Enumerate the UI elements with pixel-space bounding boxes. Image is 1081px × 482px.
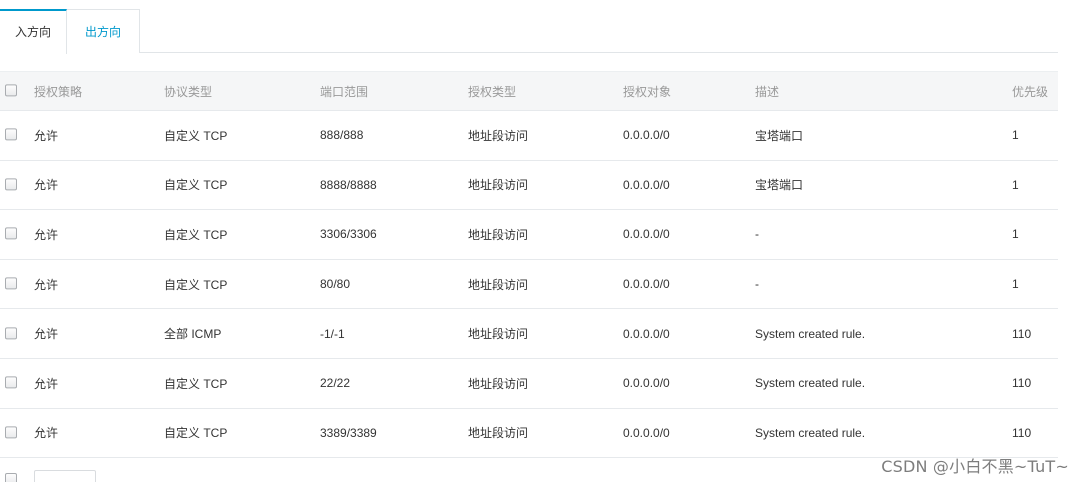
cell-description: 宝塔端口 <box>755 128 804 143</box>
row-checkbox[interactable] <box>5 426 17 439</box>
cell-policy: 允许 <box>34 327 59 342</box>
cell-auth-object: 0.0.0.0/0 <box>623 326 670 341</box>
select-all-checkbox[interactable] <box>5 84 17 97</box>
row-checkbox[interactable] <box>5 327 17 340</box>
cell-auth-type: 地址段访问 <box>468 376 529 391</box>
cell-auth-type: 地址段访问 <box>468 227 529 242</box>
table-row: 允许 自定义 TCP 22/22 地址段访问 0.0.0.0/0 System creat… <box>0 359 1058 409</box>
table-row: 允许 自定义 TCP 3306/3306 地址段访问 0.0.0.0/0 - 1 <box>0 210 1058 260</box>
cell-auth-type: 地址段访问 <box>468 128 529 143</box>
cell-auth-type: 地址段访问 <box>468 277 529 292</box>
cell-description: - <box>755 277 759 292</box>
cell-description: 宝塔端口 <box>755 178 804 193</box>
cell-auth-object: 0.0.0.0/0 <box>623 376 670 391</box>
cell-protocol: 自定义 TCP <box>164 178 228 193</box>
row-checkbox[interactable] <box>5 128 17 141</box>
cell-policy: 允许 <box>34 178 59 193</box>
header-priority: 优先级 <box>1012 84 1049 99</box>
cell-protocol: 全部 ICMP <box>164 327 222 342</box>
header-description: 描述 <box>755 84 780 99</box>
cell-auth-object: 0.0.0.0/0 <box>623 277 670 292</box>
table-row: 允许 自定义 TCP 888/888 地址段访问 0.0.0.0/0 宝塔端口 1 <box>0 111 1058 161</box>
cell-port-range: 3306/3306 <box>320 227 377 242</box>
header-port-range: 端口范围 <box>320 84 369 99</box>
cell-policy: 允许 <box>34 227 59 242</box>
cell-policy: 允许 <box>34 128 59 143</box>
table-row: 允许 自定义 TCP 8888/8888 地址段访问 0.0.0.0/0 宝塔端口 1 <box>0 161 1058 211</box>
footer-select-all-checkbox[interactable] <box>5 473 17 482</box>
cell-port-range: -1/-1 <box>320 326 345 341</box>
cell-protocol: 自定义 TCP <box>164 128 228 143</box>
footer-action-button[interactable] <box>34 470 96 482</box>
cell-port-range: 80/80 <box>320 277 351 292</box>
cell-priority: 110 <box>1012 376 1032 391</box>
table-row: 允许 自定义 TCP 80/80 地址段访问 0.0.0.0/0 - 1 <box>0 260 1058 310</box>
watermark: CSDN @小白不黑~TuT~ <box>881 457 1069 476</box>
cell-auth-object: 0.0.0.0/0 <box>623 425 670 440</box>
cell-policy: 允许 <box>34 376 59 391</box>
row-checkbox[interactable] <box>5 227 17 240</box>
cell-auth-object: 0.0.0.0/0 <box>623 177 670 192</box>
cell-description: System created rule. <box>755 326 866 341</box>
cell-protocol: 自定义 TCP <box>164 426 228 441</box>
cell-priority: 1 <box>1012 227 1019 242</box>
cell-port-range: 888/888 <box>320 128 364 143</box>
header-policy: 授权策略 <box>34 84 83 99</box>
cell-auth-object: 0.0.0.0/0 <box>623 227 670 242</box>
cell-port-range: 3389/3389 <box>320 425 377 440</box>
row-checkbox[interactable] <box>5 178 17 191</box>
security-group-rules-table: 授权策略 协议类型 端口范围 授权类型 授权对象 描述 优先级 允许自定义 TC… <box>0 71 1058 459</box>
cell-description: System created rule. <box>755 425 866 440</box>
table-row: 允许 全部 ICMP -1/-1 地址段访问 0.0.0.0/0 System creat… <box>0 309 1058 359</box>
cell-auth-object: 0.0.0.0/0 <box>623 128 670 143</box>
cell-auth-type: 地址段访问 <box>468 426 529 441</box>
cell-protocol: 自定义 TCP <box>164 227 228 242</box>
tab-outbound[interactable]: 出方向 <box>67 9 140 53</box>
row-checkbox[interactable] <box>5 277 17 290</box>
tab-inbound[interactable]: 入方向 <box>0 9 67 54</box>
cell-port-range: 8888/8888 <box>320 177 377 192</box>
cell-priority: 1 <box>1012 277 1019 292</box>
cell-auth-type: 地址段访问 <box>468 327 529 342</box>
cell-priority: 1 <box>1012 128 1019 143</box>
header-protocol: 协议类型 <box>164 84 213 99</box>
cell-priority: 110 <box>1012 326 1032 341</box>
cell-auth-type: 地址段访问 <box>468 178 529 193</box>
row-checkbox[interactable] <box>5 376 17 389</box>
header-auth-type: 授权类型 <box>468 84 517 99</box>
cell-policy: 允许 <box>34 277 59 292</box>
cell-port-range: 22/22 <box>320 376 351 391</box>
cell-protocol: 自定义 TCP <box>164 277 228 292</box>
table-header: 授权策略 协议类型 端口范围 授权类型 授权对象 描述 优先级 <box>0 71 1058 111</box>
cell-priority: 1 <box>1012 177 1019 192</box>
table-row: 允许 自定义 TCP 3389/3389 地址段访问 0.0.0.0/0 System c… <box>0 409 1058 459</box>
direction-tabs: 入方向 出方向 <box>0 9 1058 54</box>
cell-policy: 允许 <box>34 426 59 441</box>
cell-priority: 110 <box>1012 425 1032 440</box>
table-body: 允许 自定义 TCP 888/888 地址段访问 0.0.0.0/0 宝塔端口 1 允许 自定义… <box>0 111 1058 459</box>
cell-protocol: 自定义 TCP <box>164 376 228 391</box>
header-auth-object: 授权对象 <box>623 84 672 99</box>
cell-description: - <box>755 227 759 242</box>
cell-description: System created rule. <box>755 376 866 391</box>
